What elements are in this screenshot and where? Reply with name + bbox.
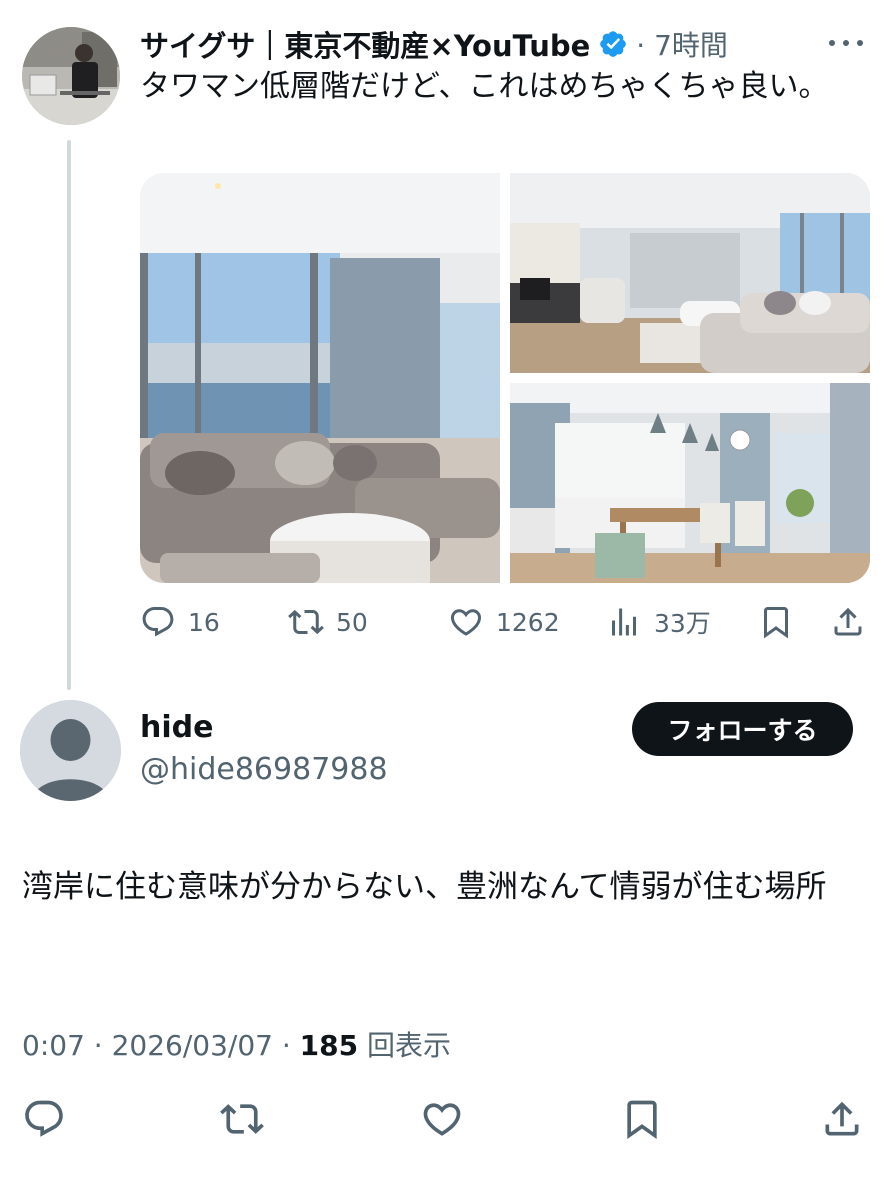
- views-count: 33万: [654, 609, 711, 638]
- reply-views-label: 回表示: [358, 1029, 452, 1062]
- parent-action-bar: 16 50 1262 33万: [140, 600, 870, 644]
- follow-button[interactable]: フォローする: [632, 702, 853, 756]
- views-icon: [612, 608, 636, 636]
- reply-author-name[interactable]: hide: [140, 710, 213, 745]
- reply-reply-button[interactable]: [20, 1095, 68, 1143]
- reply-tweet-text: 湾岸に住む意味が分からない、豊洲なんて情弱が住む場所: [22, 869, 827, 905]
- reply-button[interactable]: 16: [140, 600, 220, 644]
- parent-tweet[interactable]: サイグサ｜東京不動産×YouTube · 7時間 タワマン低層階だけど、これはめ…: [0, 0, 891, 690]
- reply-like-button[interactable]: [418, 1095, 466, 1143]
- share-button[interactable]: [830, 600, 866, 644]
- parent-header: サイグサ｜東京不動産×YouTube · 7時間: [140, 24, 728, 64]
- like-icon: [450, 609, 482, 636]
- living-room-photo[interactable]: [140, 173, 500, 583]
- retweet-count: 50: [336, 607, 368, 637]
- reply-metadata: 0:07 · 2026/03/07 · 185 回表示: [22, 1024, 451, 1064]
- parent-timestamp[interactable]: · 7時間: [636, 24, 728, 64]
- retweet-icon: [220, 1104, 264, 1134]
- reply-share-button[interactable]: [818, 1095, 866, 1143]
- thread-connector-line: [67, 140, 71, 690]
- retweet-icon: [288, 609, 324, 635]
- share-icon: [834, 607, 862, 636]
- reply-author-avatar[interactable]: [20, 700, 121, 801]
- bookmark-icon: [764, 607, 788, 639]
- reply-timestamp[interactable]: 0:07 · 2026/03/07 ·: [22, 1029, 300, 1062]
- like-button[interactable]: 1262: [448, 600, 560, 644]
- dining-kitchen-photo[interactable]: [510, 383, 870, 583]
- parent-author-avatar[interactable]: [22, 27, 120, 125]
- like-icon: [423, 1103, 461, 1136]
- views-button[interactable]: 33万: [606, 600, 711, 644]
- parent-author-name[interactable]: サイグサ｜東京不動産×YouTube: [140, 23, 590, 65]
- reply-bookmark-button[interactable]: [618, 1095, 666, 1143]
- reply-action-bar: [0, 1095, 891, 1145]
- bookmark-button[interactable]: [758, 600, 794, 644]
- retweet-button[interactable]: 50: [288, 600, 368, 644]
- verified-badge-icon: [598, 29, 628, 59]
- bookmark-icon: [627, 1100, 657, 1140]
- parent-tweet-text: タワマン低層階だけど、これはめちゃくちゃ良い。: [140, 69, 829, 104]
- share-icon: [825, 1101, 859, 1136]
- reply-icon: [142, 607, 174, 637]
- reply-count: 16: [188, 607, 220, 637]
- reply-author-handle[interactable]: @hide86987988: [140, 752, 388, 787]
- more-icon[interactable]: [829, 28, 863, 58]
- reply-retweet-button[interactable]: [218, 1095, 266, 1143]
- reply-views-count: 185: [299, 1029, 359, 1062]
- parent-media-grid[interactable]: [140, 173, 870, 583]
- like-count: 1262: [496, 607, 560, 637]
- lounge-photo[interactable]: [510, 173, 870, 373]
- reply-icon: [25, 1100, 63, 1137]
